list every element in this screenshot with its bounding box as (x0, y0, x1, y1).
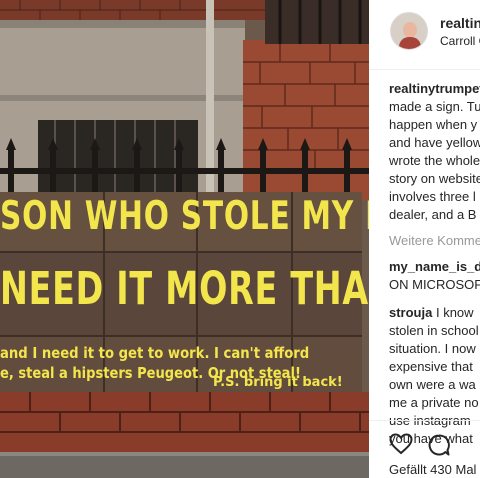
caption-line: story on website (389, 171, 480, 186)
avatar[interactable] (390, 12, 428, 50)
comment-username-link[interactable]: strouja (389, 305, 432, 320)
avatar-face-shape (403, 22, 417, 38)
sign-text-line-3: and I need it to get to work. I can't af… (0, 344, 310, 362)
author-username-link[interactable]: realtinytrumpet (440, 15, 480, 31)
comment-username-link[interactable]: my_name_is_d (389, 259, 480, 274)
comment-text: I know (435, 305, 474, 320)
comment-username-line: my_name_is_d (389, 258, 480, 276)
post-header: realtinytrumpet Carroll Gardens (369, 0, 480, 70)
heart-icon[interactable] (389, 433, 413, 460)
caption-line: dealer, and a B (389, 207, 477, 222)
load-more-comments-link[interactable]: Weitere Kommentare laden (389, 232, 480, 250)
comment-line: expensive that (389, 359, 473, 374)
comment-line: stolen in school (389, 323, 479, 338)
post-photo[interactable]: SON WHO STOLE MY BIKE NEED IT MORE THAN … (0, 0, 369, 478)
sign-text-line-5: P.S. bring it back! (213, 375, 343, 390)
avatar-body-shape (399, 37, 421, 49)
comment-text: ON MICROSOF (389, 277, 480, 292)
comment-bubble-icon[interactable] (427, 433, 451, 462)
caption-line: wrote the whole (389, 153, 480, 168)
caption-line: and have yellow (389, 135, 480, 150)
caption-first-line: realtinytrumpet (389, 80, 480, 98)
location-link[interactable]: Carroll Gardens (440, 34, 480, 48)
caption-line: happen when y (389, 117, 478, 132)
caption-username-link[interactable]: realtinytrumpet (389, 81, 480, 96)
sign-text-line-2: NEED IT MORE THAN ME (0, 262, 369, 315)
comments-section: realtinytrumpet made a sign. Tu happen w… (389, 80, 480, 448)
comment-first-line: strouja I know (389, 304, 480, 322)
post-sidebar: realtinytrumpet Carroll Gardens realtiny… (369, 0, 480, 478)
caption-line: involves three l (389, 189, 476, 204)
likes-count[interactable]: Gefällt 430 Mal (389, 462, 476, 477)
street-scene-illustration (0, 0, 369, 478)
comment-line: own were a wa (389, 377, 476, 392)
sign-text-line-1: SON WHO STOLE MY BIKE (0, 194, 369, 239)
caption-line: made a sign. Tu (389, 99, 480, 114)
comment-line: me a private no (389, 395, 479, 410)
post-actions-bar: Gefällt 430 Mal (369, 420, 480, 478)
comment-line: situation. I now (389, 341, 476, 356)
